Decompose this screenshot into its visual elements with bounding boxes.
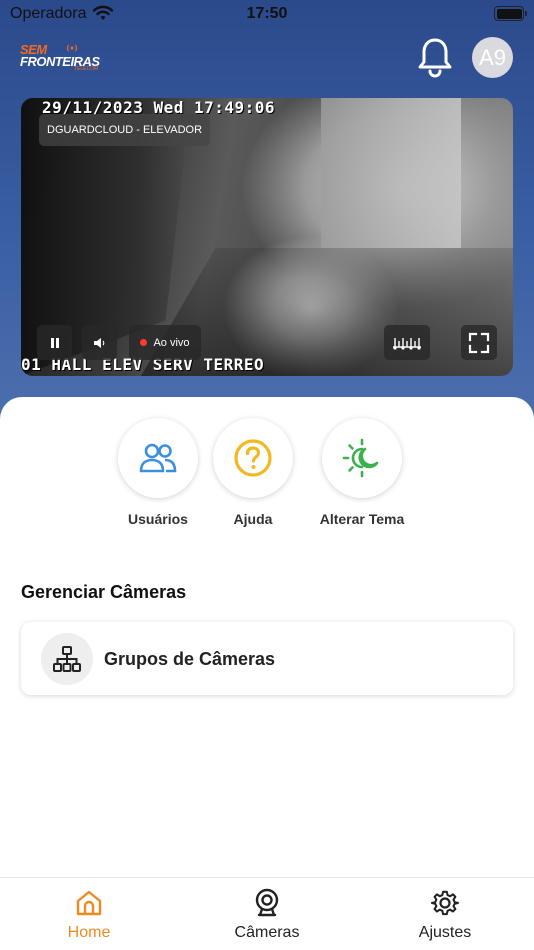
section-title: Gerenciar Câmeras xyxy=(21,582,187,602)
timeline-icon xyxy=(393,337,421,350)
tab-label: Câmeras xyxy=(234,924,300,941)
camera-icon xyxy=(255,888,279,917)
fullscreen-icon xyxy=(468,332,490,353)
quick-action-theme[interactable]: Alterar Tema xyxy=(312,418,412,527)
quick-action-theme-circle[interactable] xyxy=(322,418,402,498)
camera-groups-label: Grupos de Câmeras xyxy=(104,649,276,669)
hierarchy-icon xyxy=(53,646,81,672)
quick-action-users-circle[interactable] xyxy=(118,418,198,498)
tab-bar: Home Câmeras Ajustes xyxy=(0,877,534,950)
bell-icon[interactable] xyxy=(416,36,454,78)
quick-action-users[interactable]: Usuários xyxy=(108,418,208,527)
home-icon xyxy=(76,890,102,916)
quick-action-help-circle[interactable] xyxy=(213,418,293,498)
video-scene-door xyxy=(321,98,461,248)
quick-action-label: Ajuda xyxy=(233,511,273,527)
quick-action-help[interactable]: Ajuda xyxy=(203,418,303,527)
theme-icon xyxy=(342,438,379,478)
fullscreen-button[interactable] xyxy=(461,325,497,360)
camera-groups-card[interactable]: Grupos de Câmeras xyxy=(21,622,513,695)
logo-tagline: TELECOM xyxy=(74,66,99,72)
battery-icon xyxy=(494,6,527,21)
volume-button[interactable] xyxy=(82,325,117,360)
volume-icon xyxy=(93,337,104,348)
tab-label: Ajustes xyxy=(418,924,472,941)
help-icon xyxy=(234,439,272,477)
live-video-player[interactable]: 29/11/2023 Wed 17:49:06 DGUARDCLOUD - EL… xyxy=(21,98,513,376)
avatar[interactable]: A9 xyxy=(472,37,513,78)
tab-settings[interactable]: Ajustes xyxy=(385,888,505,942)
pause-icon xyxy=(50,337,59,348)
antenna-icon xyxy=(66,44,78,52)
status-time: 17:50 xyxy=(246,5,288,22)
quick-action-label: Usuários xyxy=(128,511,188,527)
tab-label: Home xyxy=(67,924,111,941)
settings-icon xyxy=(431,890,459,916)
timeline-button[interactable] xyxy=(384,325,430,360)
live-indicator[interactable]: Ao vivo xyxy=(129,325,201,360)
quick-action-label: Alterar Tema xyxy=(319,511,405,527)
live-label: Ao vivo xyxy=(153,336,190,349)
camera-name-chip: DGUARDCLOUD - ELEVADOR xyxy=(39,114,211,146)
camera-groups-icon-wrap xyxy=(41,633,93,685)
tab-home[interactable]: Home xyxy=(29,888,149,942)
tab-cameras[interactable]: Câmeras xyxy=(207,888,327,942)
avatar-initials: A9 xyxy=(479,44,506,70)
live-dot xyxy=(140,339,148,346)
status-bar: Operadora 17:50 xyxy=(0,0,534,30)
users-icon xyxy=(139,443,177,473)
pause-button[interactable] xyxy=(37,325,72,360)
app-logo: SEM FRONTEIRAS TELECOM xyxy=(20,40,102,74)
